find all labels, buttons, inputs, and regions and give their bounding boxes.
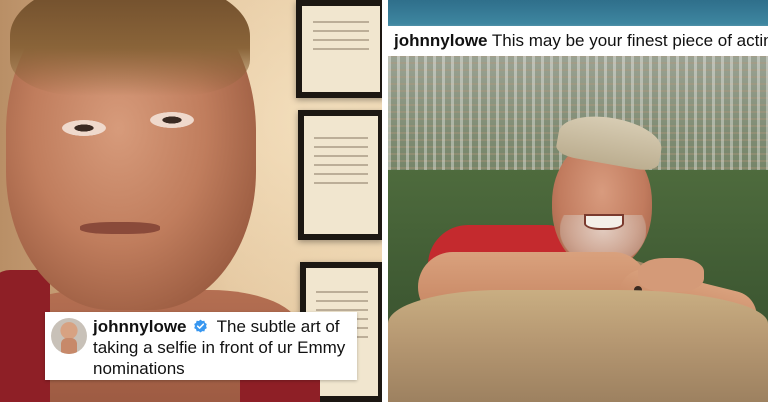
red-shirt [0,270,50,402]
right-eye [150,112,194,128]
hair [10,0,250,96]
avatar[interactable] [51,318,87,354]
framed-certificate-1 [296,0,382,98]
hand [638,258,704,292]
left-eye [62,120,106,136]
instagram-caption-box: johnnylowe The subtle art of taking a se… [45,312,357,380]
verified-badge-icon [194,319,208,333]
smile [584,214,624,230]
caption-text: johnnylowe This may be your finest piece… [394,31,768,51]
caption-message: This may be your finest piece of acting [491,31,768,50]
caption-username[interactable]: johnnylowe [93,317,187,336]
framed-certificate-2 [298,110,382,240]
caption-text: johnnylowe The subtle art of taking a se… [93,316,351,379]
mouth [80,222,160,234]
caption-username[interactable]: johnnylowe [394,31,488,50]
image-canvas: johnnylowe The subtle art of taking a se… [0,0,768,402]
clifftop-photo [388,0,768,402]
instagram-caption-strip: johnnylowe This may be your finest piece… [388,26,768,56]
boulder [388,290,768,402]
